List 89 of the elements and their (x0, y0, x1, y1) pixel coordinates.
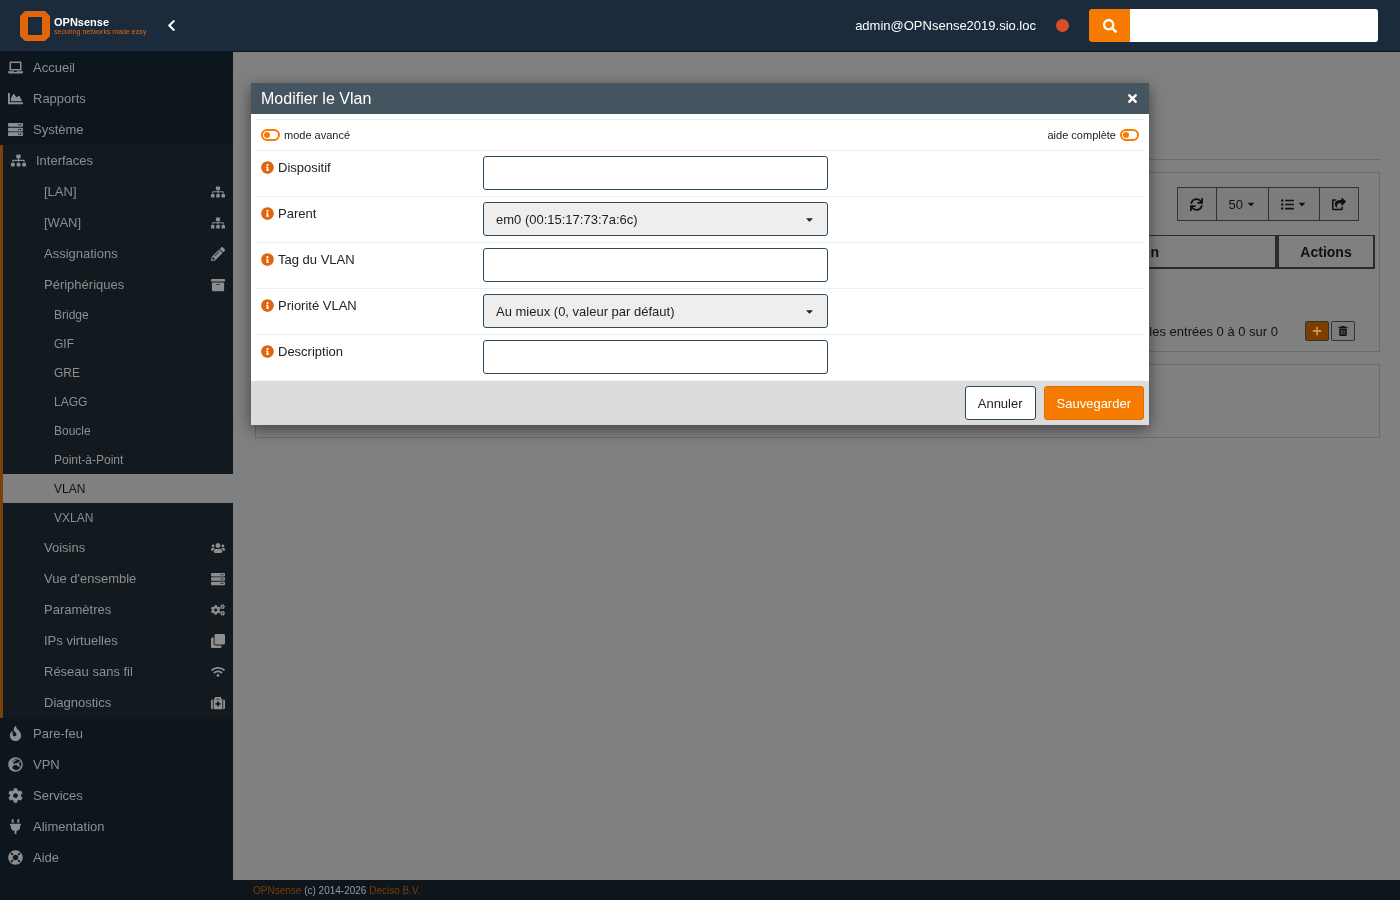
medkit-icon (211, 695, 225, 710)
field-label: Priorité VLAN (278, 298, 357, 313)
entries-info: les entrées 0 à 0 sur 0 (1149, 323, 1278, 339)
search-icon (1102, 18, 1117, 33)
search-field[interactable] (1130, 9, 1378, 42)
sidebar-item[interactable]: Services (0, 780, 233, 811)
select-field[interactable]: em0 (00:15:17:73:7a:6c) (483, 202, 828, 236)
columns-button[interactable] (1268, 187, 1320, 221)
users-icon (211, 540, 225, 555)
sidebar-item[interactable]: IPs virtuelles (3, 625, 233, 656)
sidebar-item[interactable]: [LAN] (3, 176, 233, 207)
logo-icon (20, 10, 50, 41)
sidebar-item[interactable]: Diagnostics (3, 687, 233, 718)
logo-name: OPNsense (54, 15, 111, 28)
sidebar-item[interactable]: VPN (0, 749, 233, 780)
toggle-switch[interactable] (261, 129, 280, 141)
input-field[interactable] (483, 248, 828, 282)
field-label: Description (278, 344, 344, 359)
list-icon (1281, 197, 1294, 211)
plug-icon (8, 819, 23, 834)
refresh-button[interactable] (1176, 187, 1217, 221)
sidebar-item[interactable]: [WAN] (3, 207, 233, 238)
info-icon[interactable] (261, 253, 274, 266)
toggle-label: aide complète (1047, 129, 1116, 141)
sidebar-item[interactable]: VXLAN (3, 503, 233, 532)
clone-icon (211, 633, 225, 648)
field-label: Dispositif (278, 160, 331, 175)
input-field[interactable] (483, 156, 828, 190)
server-icon (211, 571, 225, 586)
pencil-icon (211, 246, 225, 261)
info-icon[interactable] (261, 161, 274, 174)
field-label: Tag du VLAN (278, 252, 355, 267)
sitemap-icon (211, 184, 225, 199)
search-button[interactable] (1089, 9, 1130, 42)
server-icon (8, 122, 23, 137)
input-field[interactable] (483, 340, 828, 374)
sidebar-item[interactable]: GIF (3, 329, 233, 358)
sidebar-item[interactable]: Bridge (3, 300, 233, 329)
info-icon[interactable] (261, 207, 274, 220)
dialog-title: Modifier le Vlan (261, 89, 373, 108)
status-dot (1056, 19, 1069, 32)
sidebar-item[interactable]: Pare-feu (0, 718, 233, 749)
sidebar-item[interactable]: Paramètres (3, 594, 233, 625)
sidebar-item[interactable]: Boucle (3, 416, 233, 445)
toggle-switch[interactable] (1120, 129, 1139, 141)
trash-icon (1338, 326, 1348, 336)
sidebar-item[interactable]: Assignations (3, 238, 233, 269)
column-header[interactable]: Actions (1277, 235, 1375, 269)
gears-icon (211, 602, 225, 617)
wifi-icon (211, 664, 225, 679)
cancel-button[interactable]: Annuler (964, 386, 1036, 420)
export-button[interactable] (1319, 187, 1359, 221)
user-name[interactable]: admin@OPNsense2019.sio.loc (855, 18, 1036, 33)
refresh-icon (1189, 197, 1203, 211)
sidebar-item[interactable]: VLAN (3, 474, 233, 503)
sidebar-item[interactable]: Point-à-Point (3, 445, 233, 474)
info-icon[interactable] (261, 345, 274, 358)
sidebar-item[interactable]: Interfaces (3, 145, 233, 176)
close-button[interactable] (1126, 92, 1139, 105)
sidebar-item[interactable]: Système (0, 114, 233, 145)
fire-icon (8, 726, 23, 741)
select-field[interactable]: Au mieux (0, valeur par défaut) (483, 294, 828, 328)
sidebar-item[interactable]: Rapports (0, 83, 233, 114)
sidebar-item[interactable]: GRE (3, 358, 233, 387)
page-size-button[interactable]: 50 (1215, 187, 1269, 221)
sidebar-item[interactable]: Périphériques (3, 269, 233, 300)
plus-icon (1312, 326, 1322, 336)
info-icon[interactable] (261, 299, 274, 312)
delete-button[interactable] (1331, 321, 1355, 341)
sitemap-icon (11, 153, 26, 168)
laptop-icon (8, 60, 23, 75)
share-icon (1332, 197, 1346, 211)
copyright-text: OPNsense (c) 2014-2026 Deciso B.V. (253, 884, 421, 896)
sitemap-icon (211, 215, 225, 230)
lifebuoy-icon (8, 850, 23, 865)
sidebar-item[interactable]: Vue d'ensemble (3, 563, 233, 594)
sidebar-item[interactable]: Accueil (0, 52, 233, 83)
field-label: Parent (278, 206, 317, 221)
sidebar-item[interactable]: Alimentation (0, 811, 233, 842)
globe-icon (8, 757, 23, 772)
sidebar-item[interactable]: Réseau sans fil (3, 656, 233, 687)
toggle-label: mode avancé (284, 129, 351, 141)
area-chart-icon (8, 91, 23, 106)
archive-icon (211, 277, 225, 292)
sidebar-item[interactable]: LAGG (3, 387, 233, 416)
settings-icon (8, 788, 23, 803)
sidebar-item[interactable]: Aide (0, 842, 233, 873)
add-button[interactable] (1305, 321, 1329, 341)
sidebar-item[interactable]: Voisins (3, 532, 233, 563)
